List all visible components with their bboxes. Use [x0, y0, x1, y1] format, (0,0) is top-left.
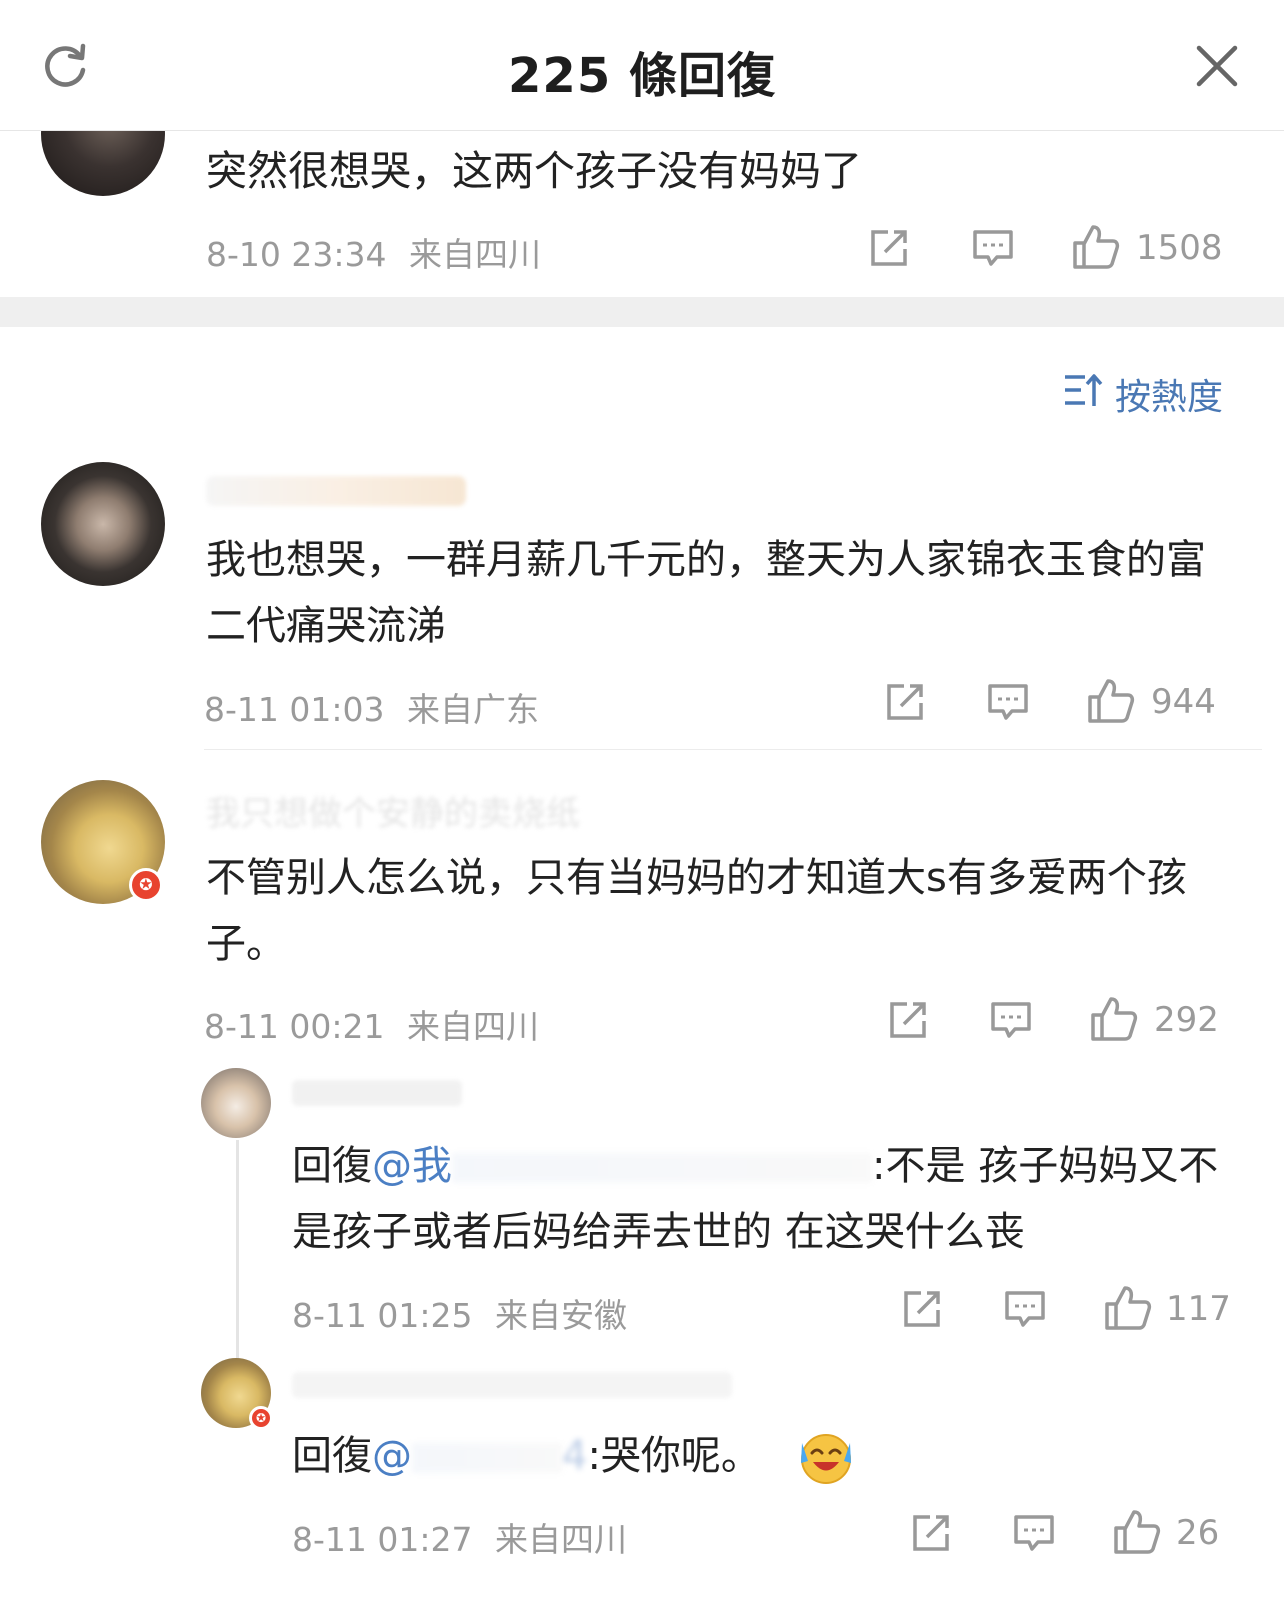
close-icon[interactable]	[1195, 44, 1239, 88]
like-count: 1508	[1136, 228, 1223, 268]
comment-location: 来自四川	[407, 1007, 539, 1046]
username[interactable]	[206, 470, 506, 510]
thumbs-up-icon[interactable]	[1072, 224, 1120, 270]
sort-icon[interactable]	[1063, 373, 1103, 409]
comment-location: 来自广东	[407, 690, 539, 729]
comment-meta: 8-10 23:34 来自四川	[206, 228, 541, 276]
comment-icon[interactable]	[989, 1000, 1033, 1040]
mention-tail: :	[872, 1143, 886, 1189]
comment-text: 不管别人怎么说，只有当妈妈的才知道大s有多爱两个孩子。	[206, 855, 1187, 967]
reply-prefix: 回復	[292, 1143, 372, 1189]
comment-time: 8-11 01:03	[204, 690, 385, 729]
share-icon[interactable]	[887, 999, 929, 1041]
comment-icon[interactable]	[1012, 1513, 1056, 1553]
reply-meta: 8-11 01:25 来自安徽	[292, 1289, 627, 1337]
comment-location: 来自四川	[409, 235, 541, 274]
verified-badge-icon: ✪	[129, 868, 163, 902]
avatar[interactable]	[41, 462, 165, 586]
like-count: 944	[1151, 682, 1216, 722]
share-icon[interactable]	[901, 1288, 943, 1330]
comment-icon[interactable]	[986, 682, 1030, 722]
like-count: 117	[1166, 1289, 1231, 1329]
reply-text: 回復@ 4:哭你呢。	[292, 1423, 1222, 1489]
reply-time: 8-11 01:25	[292, 1296, 473, 1335]
reply-body: :哭你呢。	[587, 1433, 761, 1479]
avatar[interactable]	[201, 1068, 271, 1138]
reply-meta: 8-11 01:27 来自四川	[292, 1513, 627, 1561]
username[interactable]: 我只想做个安静的卖烧纸	[206, 786, 580, 835]
share-icon[interactable]	[884, 681, 926, 723]
comment-separator	[204, 749, 1262, 750]
section-divider	[0, 297, 1284, 327]
reply-location: 来自安徽	[495, 1296, 627, 1335]
laughing-crying-emoji-icon	[798, 1431, 854, 1485]
like-count: 292	[1154, 1000, 1219, 1040]
reply-time: 8-11 01:27	[292, 1520, 473, 1559]
mention-hidden	[452, 1153, 872, 1183]
share-icon[interactable]	[910, 1512, 952, 1554]
thumbs-up-icon[interactable]	[1113, 1509, 1161, 1555]
username[interactable]	[292, 1080, 462, 1106]
reply-location: 来自四川	[495, 1520, 627, 1559]
comment-meta: 8-11 00:21 来自四川	[204, 1000, 539, 1048]
sort-button[interactable]: 按熱度	[1115, 368, 1223, 420]
thumbs-up-icon[interactable]	[1090, 996, 1138, 1042]
reply-prefix: 回復	[292, 1433, 372, 1479]
thread-line	[236, 1140, 239, 1362]
comment-time: 8-10 23:34	[206, 235, 387, 274]
verified-badge-icon: ✪	[249, 1406, 273, 1430]
comment-meta: 8-11 01:03 来自广东	[204, 683, 539, 731]
like-count: 26	[1176, 1513, 1220, 1553]
mention-link[interactable]: @	[372, 1433, 412, 1479]
share-icon[interactable]	[868, 227, 910, 269]
mention-tail: 4	[562, 1433, 588, 1479]
page-title: 225 條回復	[508, 48, 776, 104]
reply-text: 回復@我:不是 孩子妈妈又不是孩子或者后妈给弄去世的 在这哭什么丧	[292, 1133, 1222, 1265]
comment-text: 突然很想哭，这两个孩子没有妈妈了	[206, 147, 862, 195]
header-bar: 225 條回復	[0, 0, 1284, 131]
username[interactable]	[292, 1372, 732, 1398]
comment-icon[interactable]	[1003, 1289, 1047, 1329]
comment-icon[interactable]	[971, 228, 1015, 268]
thumbs-up-icon[interactable]	[1104, 1285, 1152, 1331]
comment-time: 8-11 00:21	[204, 1007, 385, 1046]
mention-hidden	[412, 1443, 562, 1473]
thumbs-up-icon[interactable]	[1087, 678, 1135, 724]
comment-text: 我也想哭，一群月薪几千元的，整天为人家锦衣玉食的富二代痛哭流涕	[206, 537, 1206, 649]
mention-link[interactable]: @我	[372, 1143, 452, 1189]
